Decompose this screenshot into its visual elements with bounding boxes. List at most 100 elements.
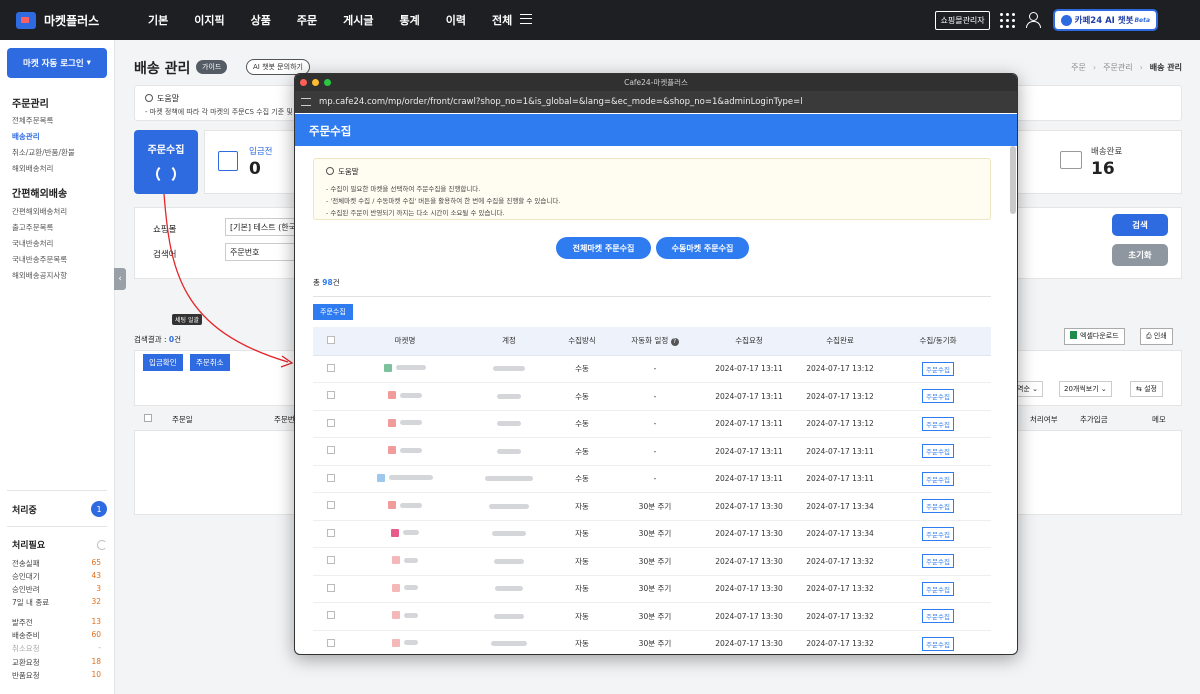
collect-sync-cell: 주문수집 (885, 355, 991, 383)
settings-icon: ⇆ (1136, 385, 1142, 393)
stat-ship-ready[interactable]: 배송준비 60 (12, 630, 101, 641)
guide-button[interactable]: 가이드 (196, 60, 228, 74)
divider (313, 296, 991, 297)
sidebar-item-overseas-process[interactable]: 간편해외배송처리 (12, 206, 67, 217)
sidebar-item-overseas-ship[interactable]: 해외배송처리 (12, 163, 53, 174)
collect-manual-markets-button[interactable]: 수동마켓 주문수집 (656, 237, 749, 259)
row-collect-button[interactable]: 주문수집 (922, 526, 954, 541)
table-header-row: 마켓명 계정 수집방식 자동화 일정 ? 수집요청 수집완료 수집/동기화 (313, 327, 991, 356)
row-checkbox[interactable] (327, 446, 335, 455)
row-collect-button[interactable]: 주문수집 (922, 389, 954, 404)
sidebar-item-domestic-return-list[interactable]: 국내반송주문목록 (12, 254, 67, 265)
collect-selected-button[interactable]: 주문수집 (313, 304, 353, 320)
stat-exchange-request[interactable]: 교환요청 18 (12, 657, 101, 668)
apps-grid-icon[interactable] (999, 12, 1015, 28)
stat-label: 7일 내 종료 (12, 598, 50, 607)
popup-url[interactable]: mp.cafe24.com/mp/order/front/crawl?shop_… (319, 97, 803, 107)
order-collect-card[interactable]: 주문수집 (134, 130, 198, 194)
stat-approval-rejected[interactable]: 승인반려 3 (12, 584, 101, 595)
menu-item-board[interactable]: 게시글 (343, 12, 373, 28)
per-page-select[interactable]: 20개씩보기 ⌄ (1059, 381, 1112, 397)
refresh-icon[interactable] (97, 539, 107, 550)
breadcrumb-item[interactable]: 주문 (1071, 63, 1086, 72)
row-collect-button[interactable]: 주문수집 (922, 471, 954, 486)
sidebar-item-all-orders[interactable]: 전체주문목록 (12, 115, 53, 126)
menu-item-basic[interactable]: 기본 (148, 12, 168, 28)
collect-sync-cell: 주문수집 (885, 492, 991, 521)
sidebar-item-shipping[interactable]: 배송관리 (12, 131, 40, 142)
row-collect-button[interactable]: 주문수집 (922, 609, 954, 624)
collect-request-cell: 2024-07-17 13:30 (703, 492, 795, 521)
stat-return-request[interactable]: 반품요청 10 (12, 670, 101, 681)
market-logo-icon (388, 418, 422, 427)
popup-window-title: Cafe24-마켓플러스 (624, 78, 688, 87)
menu-item-order[interactable]: 주문 (297, 12, 317, 28)
stat-cancel-request[interactable]: 취소요청 - (12, 643, 101, 654)
row-checkbox[interactable] (327, 583, 335, 592)
popup-scrollbar[interactable] (1010, 146, 1016, 214)
payment-wait-label[interactable]: 입금전 (249, 145, 272, 157)
sidebar-item-outbound-list[interactable]: 출고주문목록 (12, 222, 53, 233)
delivered-value[interactable]: 16 (1091, 159, 1115, 179)
help-icon[interactable]: ? (670, 338, 679, 347)
row-checkbox[interactable] (327, 363, 335, 372)
reset-button[interactable]: 초기화 (1112, 244, 1168, 266)
hamburger-menu-icon[interactable] (520, 14, 533, 24)
row-checkbox[interactable] (327, 556, 335, 565)
print-button[interactable]: ⎙ 인쇄 (1140, 328, 1173, 345)
user-icon[interactable] (1025, 12, 1041, 28)
stat-label: 반품요청 (12, 671, 40, 680)
collect-sync-cell: 주문수집 (885, 465, 991, 493)
row-checkbox[interactable] (327, 473, 335, 482)
menu-item-easypick[interactable]: 이지픽 (194, 12, 224, 28)
row-checkbox[interactable] (327, 418, 335, 427)
row-collect-button[interactable]: 주문수집 (922, 444, 954, 459)
row-collect-button[interactable]: 주문수집 (922, 416, 954, 431)
row-checkbox[interactable] (327, 638, 335, 647)
row-checkbox-cell (313, 382, 349, 411)
brand[interactable]: 마켓플러스 (16, 11, 120, 29)
excel-download-button[interactable]: 엑셀다운로드 (1064, 328, 1125, 345)
row-checkbox[interactable] (327, 501, 335, 510)
sidebar-item-domestic-return[interactable]: 국내반송처리 (12, 238, 53, 249)
row-collect-button[interactable]: 주문수집 (922, 636, 954, 651)
stat-approval-wait[interactable]: 승인대기 43 (12, 571, 101, 582)
sidebar-section-order: 주문관리 (12, 99, 49, 110)
sidebar-collapse-handle[interactable]: ‹ (114, 268, 126, 290)
row-checkbox[interactable] (327, 391, 335, 400)
row-collect-button[interactable]: 주문수집 (922, 499, 954, 514)
menu-item-product[interactable]: 상품 (251, 12, 271, 28)
shop-admin-button[interactable]: 쇼핑몰관리자 (935, 10, 990, 30)
page-title: 배송 관리 (134, 61, 191, 77)
payment-wait-value[interactable]: 0 (249, 159, 261, 179)
menu-item-history[interactable]: 이력 (446, 12, 466, 28)
stat-ending-7days[interactable]: 7일 내 종료 32 (12, 597, 101, 608)
row-collect-button[interactable]: 주문수집 (922, 581, 954, 596)
settings-button[interactable]: ⇆ 설정 (1130, 381, 1163, 397)
select-all-checkbox[interactable] (327, 335, 335, 344)
site-settings-icon[interactable] (301, 98, 311, 106)
row-collect-button[interactable]: 주문수집 (922, 554, 954, 569)
menu-item-stats[interactable]: 통계 (400, 12, 420, 28)
row-collect-button[interactable]: 주문수집 (922, 361, 954, 376)
sidebar-item-overseas-notice[interactable]: 해외배송공지사항 (12, 270, 67, 281)
ai-chatbot-button[interactable]: 카페24 AI 챗봇 Beta (1052, 9, 1158, 31)
delivered-label[interactable]: 배송완료 (1091, 145, 1122, 157)
popup-url-bar: mp.cafe24.com/mp/order/front/crawl?shop_… (295, 91, 1017, 113)
collect-method-cell: 수동 (557, 355, 607, 383)
row-checkbox[interactable] (327, 528, 335, 537)
menu-item-all[interactable]: 전체 (492, 12, 512, 28)
processing-row[interactable]: 처리중 1 (12, 501, 107, 517)
market-auto-login-button[interactable]: 마켓 자동 로그인 ▾ (7, 48, 107, 78)
select-all-checkbox[interactable] (144, 414, 152, 422)
stat-before-order[interactable]: 발주전 13 (12, 617, 101, 628)
search-button[interactable]: 검색 (1112, 214, 1168, 236)
stat-label: 전송실패 (12, 559, 40, 568)
sidebar-item-cancel-return[interactable]: 취소/교환/반품/환불 (12, 147, 75, 158)
collect-sync-cell: 주문수집 (885, 602, 991, 631)
collect-all-markets-button[interactable]: 전체마켓 주문수집 (556, 237, 651, 259)
row-checkbox[interactable] (327, 611, 335, 620)
breadcrumb-item[interactable]: 주문관리 (1103, 63, 1132, 72)
stat-send-failed[interactable]: 전송실패 65 (12, 558, 101, 569)
order-collect-label: 주문수집 (147, 145, 185, 156)
